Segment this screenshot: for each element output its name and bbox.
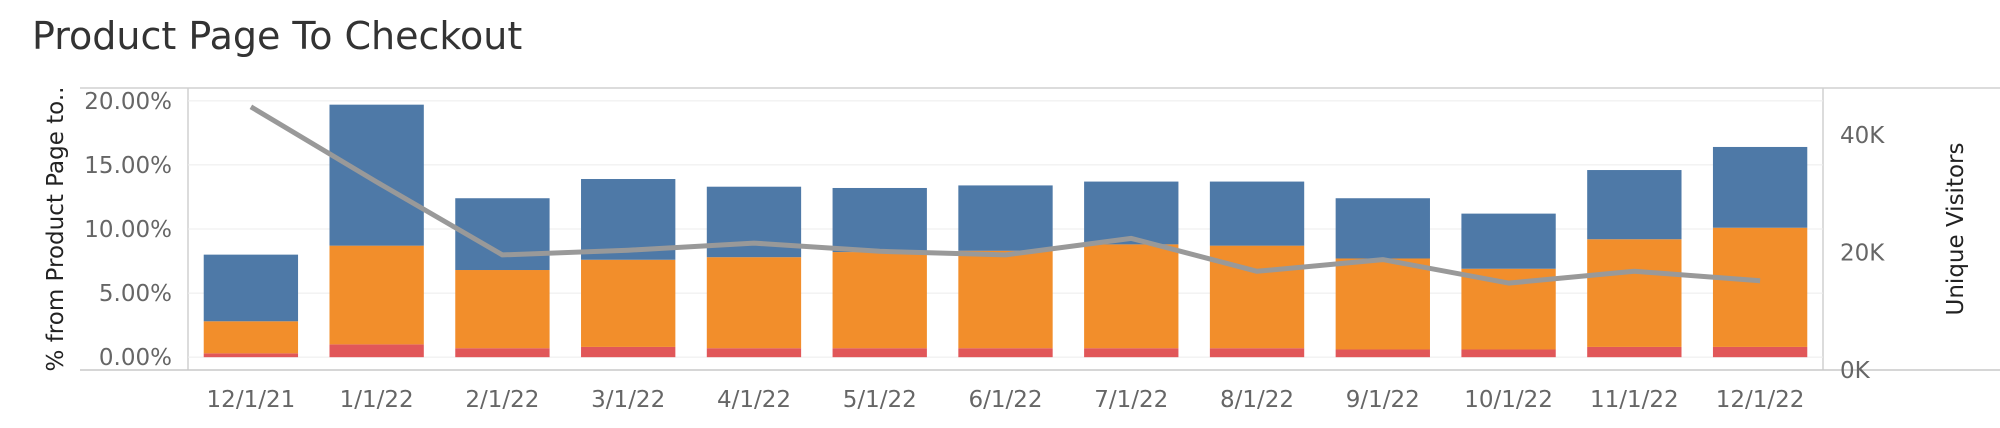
x-tick-label: 2/1/22	[465, 387, 539, 413]
bar-segment	[1335, 258, 1430, 350]
chart: 0.00% 5.00% 10.00% 15.00% 20.00% 0K 20K 40K 12/1…	[43, 87, 2000, 413]
bar-segment	[203, 353, 299, 358]
x-tick-label: 4/1/22	[717, 387, 791, 413]
bar-segment	[1461, 349, 1556, 358]
bar-segment	[1084, 244, 1179, 349]
bar-segment	[832, 348, 927, 358]
bar-segment	[329, 245, 424, 345]
bar-segment	[581, 346, 676, 358]
bar-segment	[1084, 181, 1179, 245]
y2-tick-label: 40K	[1840, 123, 1885, 149]
x-tick-label: 1/1/22	[340, 387, 414, 413]
bar-segment	[329, 104, 424, 246]
y-tick-label: 10.00%	[84, 217, 172, 243]
bar-segment	[1712, 346, 1808, 358]
bar-segment	[1084, 348, 1179, 358]
bar-segment	[958, 348, 1053, 358]
bar-segment	[1587, 346, 1682, 358]
y-tick-label: 0.00%	[99, 345, 172, 371]
bar-segment	[329, 344, 424, 358]
bar-segment	[1587, 170, 1682, 240]
x-tick-label: 12/1/21	[207, 387, 296, 413]
x-tick-label: 6/1/22	[968, 387, 1042, 413]
y-tick-label: 15.00%	[84, 153, 172, 179]
bar-segment	[581, 259, 676, 347]
bar-segment	[1712, 146, 1808, 228]
bar-segment	[1587, 239, 1682, 347]
y-tick-label: 5.00%	[99, 281, 172, 307]
bar-segment	[1335, 349, 1430, 358]
y2-tick-label: 20K	[1840, 241, 1885, 267]
x-tick-label: 12/1/22	[1716, 387, 1805, 413]
y-axis-title: % from Product Page to..	[43, 87, 69, 372]
x-tick-label: 3/1/22	[591, 387, 665, 413]
bar-segment	[706, 348, 802, 358]
bar-segment	[1209, 348, 1305, 358]
bar-segment	[455, 270, 550, 349]
y2-tick-label: 0K	[1840, 358, 1871, 384]
x-tick-label: 5/1/22	[843, 387, 917, 413]
bar-segment	[1461, 213, 1556, 269]
bar-segment	[832, 252, 927, 349]
bar-segment	[1335, 198, 1430, 259]
bar-segment	[1712, 227, 1808, 347]
x-tick-label: 9/1/22	[1346, 387, 1420, 413]
x-tick-label: 11/1/22	[1590, 387, 1679, 413]
y-tick-label: 20.00%	[84, 89, 172, 115]
x-tick-label: 7/1/22	[1094, 387, 1168, 413]
x-tick-label: 8/1/22	[1220, 387, 1294, 413]
bar-segment	[1209, 181, 1305, 246]
bar-segment	[958, 250, 1053, 349]
y2-axis-title: Unique Visitors	[1943, 143, 1969, 316]
bar-segment	[958, 185, 1053, 251]
bar-segment	[203, 321, 299, 354]
bar-segment	[203, 254, 299, 322]
bar-segment	[455, 348, 550, 358]
bar-segment	[832, 187, 927, 253]
bar-segment	[706, 257, 802, 349]
x-tick-label: 10/1/22	[1464, 387, 1553, 413]
